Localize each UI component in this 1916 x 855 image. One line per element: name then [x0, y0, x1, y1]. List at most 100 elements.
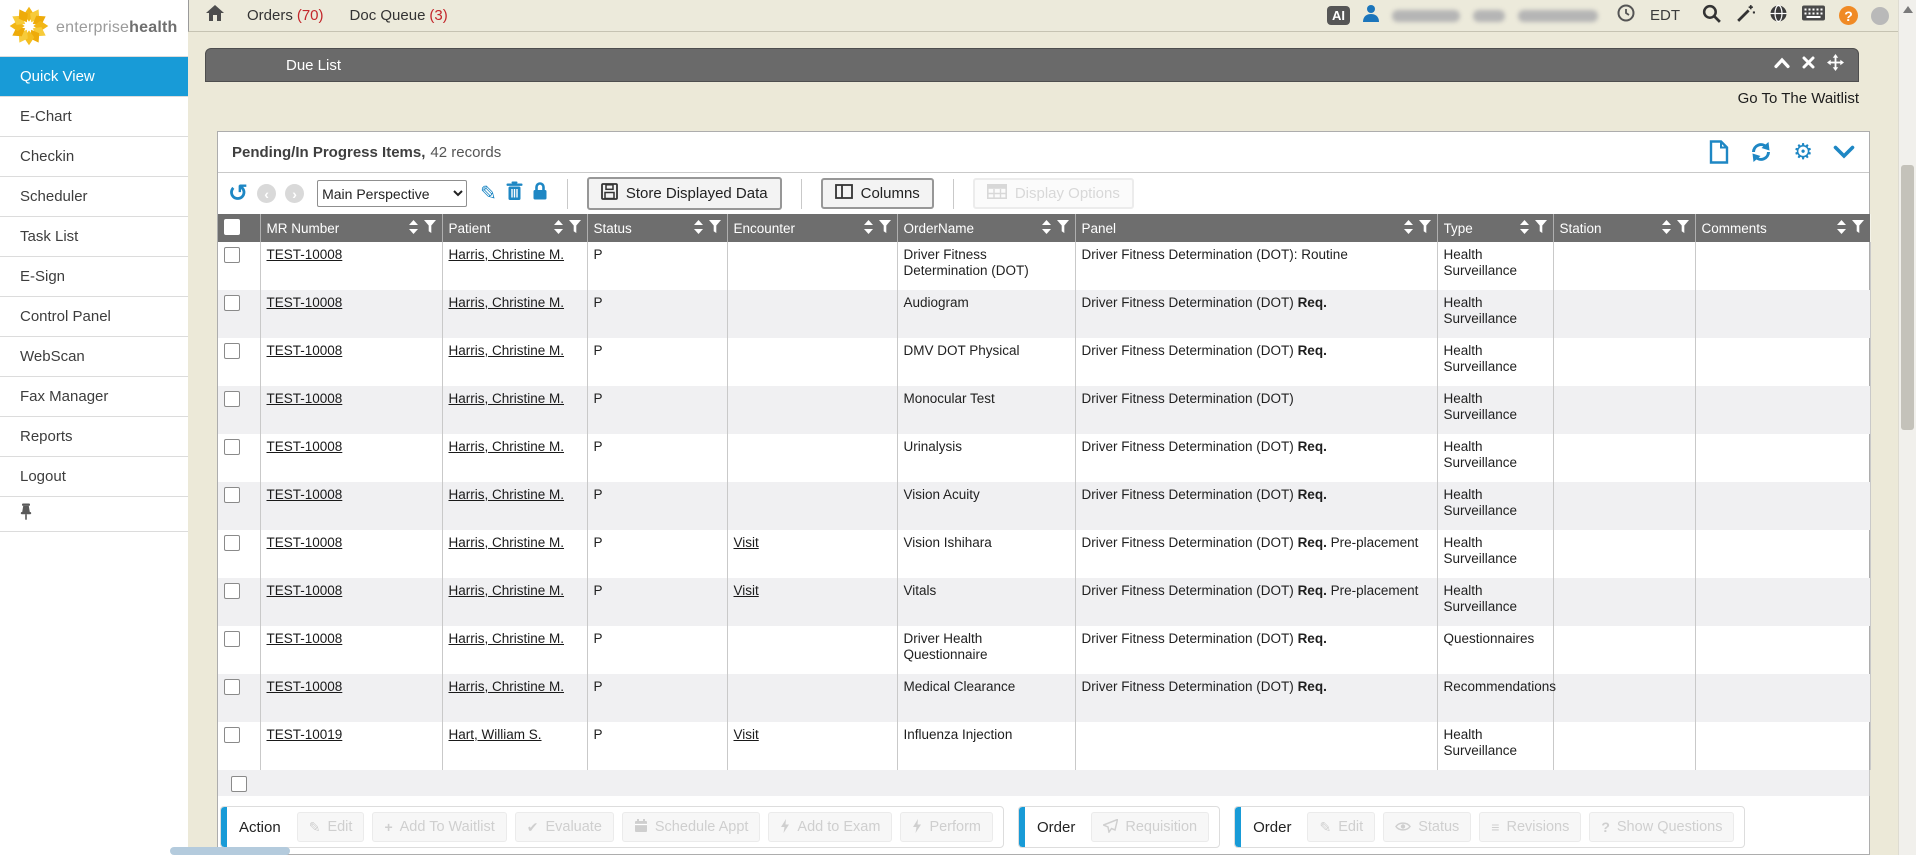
nav-doc-queue[interactable]: Doc Queue(3) [350, 7, 448, 24]
sort-icon[interactable] [694, 220, 703, 237]
patient-link[interactable]: Harris, Christine M. [449, 487, 565, 502]
filter-icon[interactable] [709, 220, 721, 236]
sort-icon[interactable] [1520, 220, 1529, 237]
filter-icon[interactable] [879, 220, 891, 236]
go-to-waitlist-link[interactable]: Go To The Waitlist [1738, 90, 1859, 107]
collapse-panel-icon[interactable] [1774, 56, 1790, 74]
chevron-down-icon[interactable] [1833, 145, 1855, 159]
mr-number-link[interactable]: TEST-10008 [267, 343, 343, 358]
row-checkbox[interactable] [224, 295, 240, 311]
patient-link[interactable]: Harris, Christine M. [449, 391, 565, 406]
filter-icon[interactable] [1852, 220, 1864, 236]
sidebar-item-scheduler[interactable]: Scheduler [0, 177, 188, 217]
add-to-exam-button[interactable]: Add to Exam [768, 812, 892, 842]
show-questions-button[interactable]: ?Show Questions [1589, 812, 1734, 842]
mr-number-link[interactable]: TEST-10008 [267, 439, 343, 454]
delete-perspective-icon[interactable] [506, 181, 523, 206]
row-checkbox[interactable] [224, 535, 240, 551]
patient-link[interactable]: Harris, Christine M. [449, 583, 565, 598]
user-icon[interactable] [1363, 4, 1379, 27]
vertical-scrollbar-thumb[interactable] [1901, 165, 1914, 430]
patient-link[interactable]: Harris, Christine M. [449, 295, 565, 310]
sidebar-item-logout[interactable]: Logout [0, 457, 188, 497]
evaluate-button[interactable]: ✔Evaluate [515, 812, 614, 842]
store-displayed-data-button[interactable]: Store Displayed Data [587, 177, 782, 210]
patient-link[interactable]: Harris, Christine M. [449, 679, 565, 694]
requisition-button[interactable]: Requisition [1091, 812, 1209, 842]
row-checkbox[interactable] [224, 631, 240, 647]
sidebar-item-task-list[interactable]: Task List [0, 217, 188, 257]
mr-number-link[interactable]: TEST-10019 [267, 727, 343, 742]
patient-link[interactable]: Harris, Christine M. [449, 439, 565, 454]
sidebar-item-fax-manager[interactable]: Fax Manager [0, 377, 188, 417]
mr-number-link[interactable]: TEST-10008 [267, 583, 343, 598]
vertical-scrollbar[interactable] [1898, 0, 1916, 855]
row-checkbox[interactable] [224, 487, 240, 503]
filter-icon[interactable] [1057, 220, 1069, 236]
perspective-select[interactable]: Main Perspective [317, 180, 467, 207]
row-checkbox[interactable] [224, 679, 240, 695]
filter-icon[interactable] [424, 220, 436, 236]
filter-icon[interactable] [1677, 220, 1689, 236]
globe-icon[interactable] [1769, 4, 1788, 28]
keyboard-icon[interactable] [1801, 5, 1826, 26]
display-options-button[interactable]: Display Options [973, 178, 1134, 209]
patient-link[interactable]: Harris, Christine M. [449, 247, 565, 262]
new-page-icon[interactable] [1709, 140, 1729, 164]
mr-number-link[interactable]: TEST-10008 [267, 631, 343, 646]
mr-number-link[interactable]: TEST-10008 [267, 391, 343, 406]
ai-badge[interactable]: AI [1327, 6, 1350, 25]
sort-icon[interactable] [1042, 220, 1051, 237]
nav-orders[interactable]: Orders(70) [247, 7, 324, 24]
status-circle-icon[interactable] [1871, 7, 1889, 25]
mr-number-link[interactable]: TEST-10008 [267, 487, 343, 502]
sort-icon[interactable] [864, 220, 873, 237]
edit-perspective-icon[interactable]: ✎ [480, 184, 497, 204]
horizontal-scrollbar-thumb[interactable] [170, 847, 290, 855]
row-checkbox[interactable] [224, 439, 240, 455]
sort-icon[interactable] [1837, 220, 1846, 237]
patient-link[interactable]: Harris, Christine M. [449, 631, 565, 646]
sidebar-item-reports[interactable]: Reports [0, 417, 188, 457]
mr-number-link[interactable]: TEST-10008 [267, 535, 343, 550]
schedule-appt-button[interactable]: Schedule Appt [622, 812, 761, 842]
encounter-link[interactable]: Visit [734, 583, 759, 598]
sort-icon[interactable] [554, 220, 563, 237]
sidebar-item-webscan[interactable]: WebScan [0, 337, 188, 377]
row-checkbox[interactable] [224, 247, 240, 263]
row-checkbox[interactable] [231, 776, 247, 792]
mr-number-link[interactable]: TEST-10008 [267, 679, 343, 694]
columns-button[interactable]: Columns [821, 178, 934, 209]
patient-link[interactable]: Harris, Christine M. [449, 343, 565, 358]
filter-icon[interactable] [1535, 220, 1547, 236]
encounter-link[interactable]: Visit [734, 535, 759, 550]
sidebar-item-quick-view[interactable]: Quick View [0, 57, 188, 97]
sidebar-pin-row[interactable] [0, 497, 188, 532]
sidebar-item-e-sign[interactable]: E-Sign [0, 257, 188, 297]
order-edit-button[interactable]: ✎Edit [1307, 812, 1375, 842]
settings-gear-icon[interactable]: ⚙ [1793, 141, 1813, 163]
home-icon[interactable] [205, 4, 225, 27]
undo-icon[interactable]: ↺ [228, 182, 248, 206]
row-checkbox[interactable] [224, 343, 240, 359]
mr-number-link[interactable]: TEST-10008 [267, 247, 343, 262]
next-perspective-icon[interactable]: › [285, 184, 304, 203]
edit-button[interactable]: ✎Edit [297, 812, 365, 842]
order-status-button[interactable]: Status [1383, 812, 1471, 842]
move-panel-icon[interactable] [1827, 54, 1844, 76]
revisions-button[interactable]: ≡Revisions [1479, 812, 1581, 842]
sidebar-item-control-panel[interactable]: Control Panel [0, 297, 188, 337]
close-panel-icon[interactable] [1802, 56, 1815, 74]
filter-icon[interactable] [569, 220, 581, 236]
patient-link[interactable]: Hart, William S. [449, 727, 542, 742]
select-all-checkbox[interactable] [224, 219, 240, 235]
magic-wand-icon[interactable] [1735, 3, 1756, 29]
refresh-icon[interactable] [1749, 141, 1773, 163]
sidebar-item-checkin[interactable]: Checkin [0, 137, 188, 177]
mr-number-link[interactable]: TEST-10008 [267, 295, 343, 310]
add-to-waitlist-button[interactable]: +Add To Waitlist [372, 812, 506, 842]
scroll-up-arrow[interactable] [1903, 6, 1913, 13]
patient-link[interactable]: Harris, Christine M. [449, 535, 565, 550]
sort-icon[interactable] [1404, 220, 1413, 237]
row-checkbox[interactable] [224, 583, 240, 599]
